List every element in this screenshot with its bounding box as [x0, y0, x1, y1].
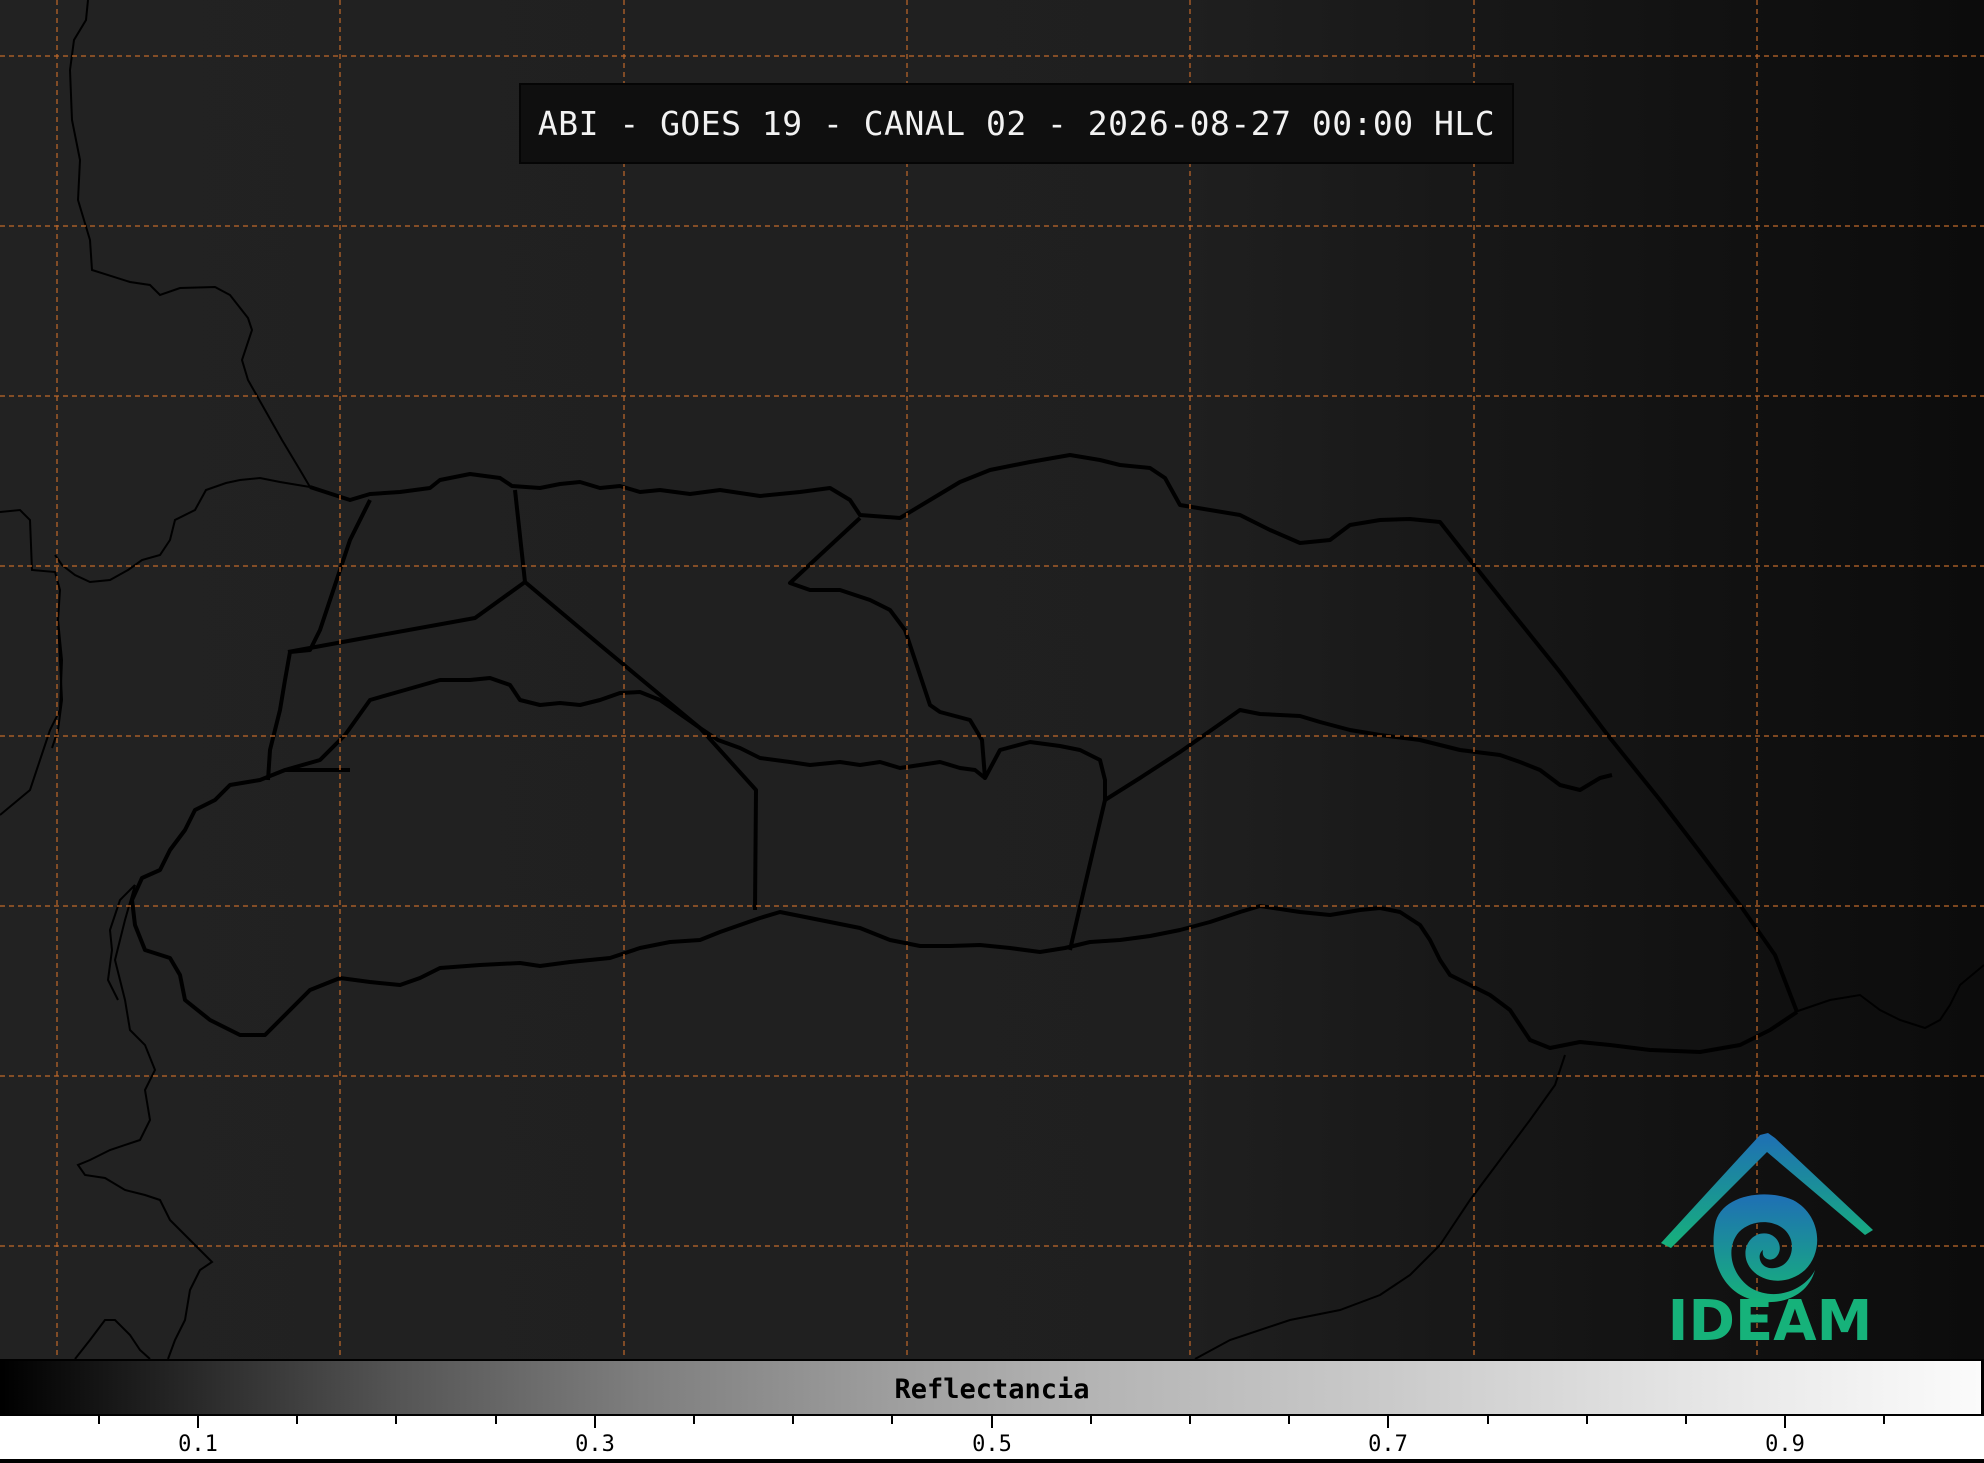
colorbar-tick-label: 0.9 — [1765, 1432, 1805, 1457]
map-title: ABI - GOES 19 - CANAL 02 - 2026-08-27 00… — [537, 104, 1496, 143]
title-box: ABI - GOES 19 - CANAL 02 - 2026-08-27 00… — [519, 83, 1514, 164]
colorbar-tick-label: 0.1 — [178, 1432, 218, 1457]
colorbar-tick-label: 0.3 — [575, 1432, 615, 1457]
colorbar-tick-label: 0.5 — [972, 1432, 1012, 1457]
logo-roof-shape — [1661, 1133, 1873, 1248]
logo-text: IDEAM — [1667, 1289, 1873, 1354]
colorbar-tick-label: 0.7 — [1368, 1432, 1408, 1457]
logo-spiral-shape — [1713, 1194, 1818, 1303]
colorbar-label: Reflectancia — [894, 1374, 1090, 1405]
